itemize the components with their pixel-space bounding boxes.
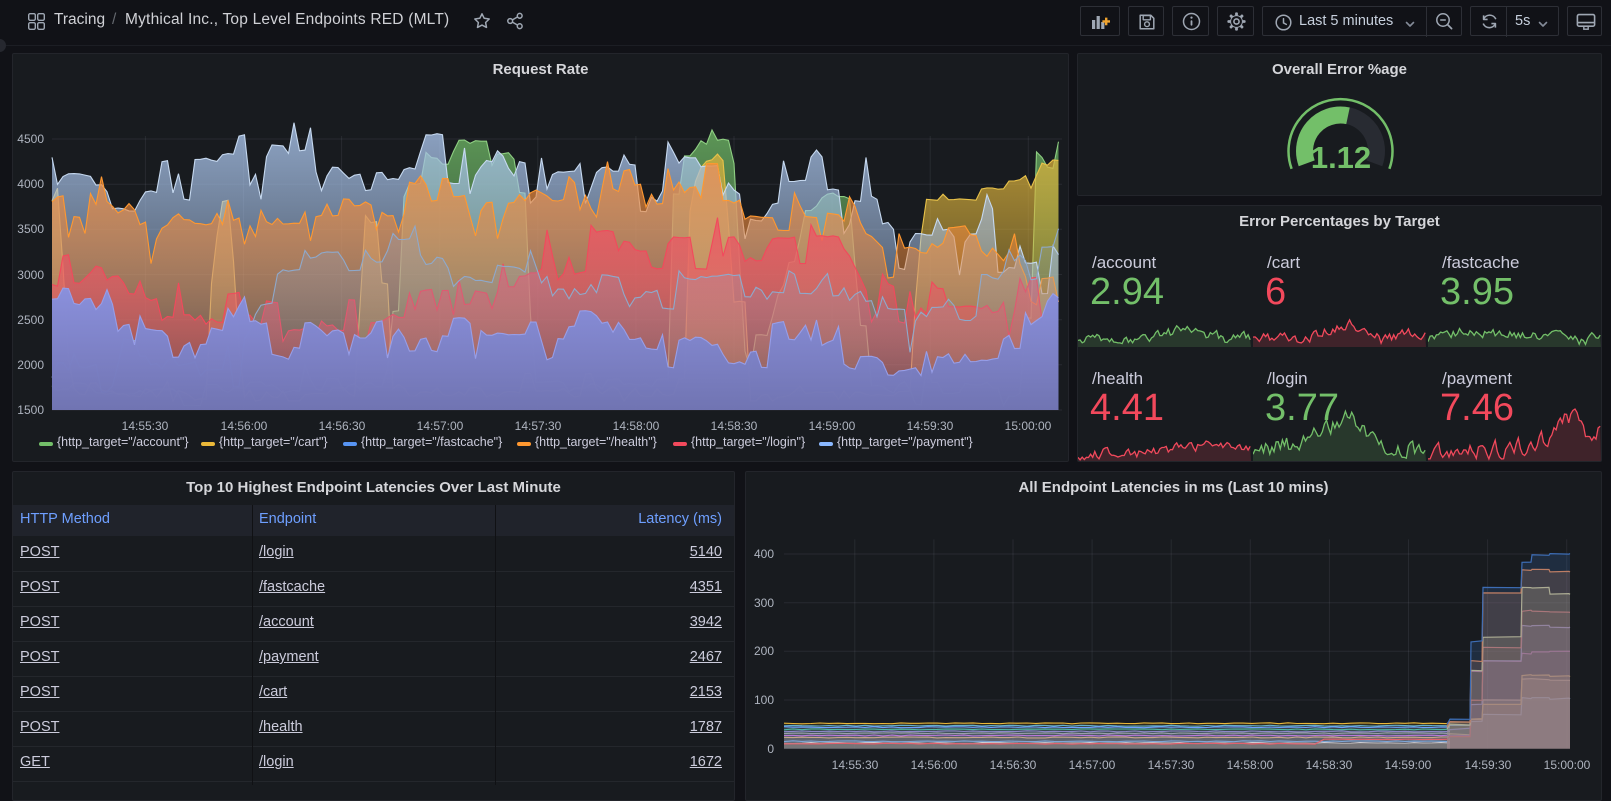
svg-text:1.12: 1.12 xyxy=(1311,140,1371,175)
